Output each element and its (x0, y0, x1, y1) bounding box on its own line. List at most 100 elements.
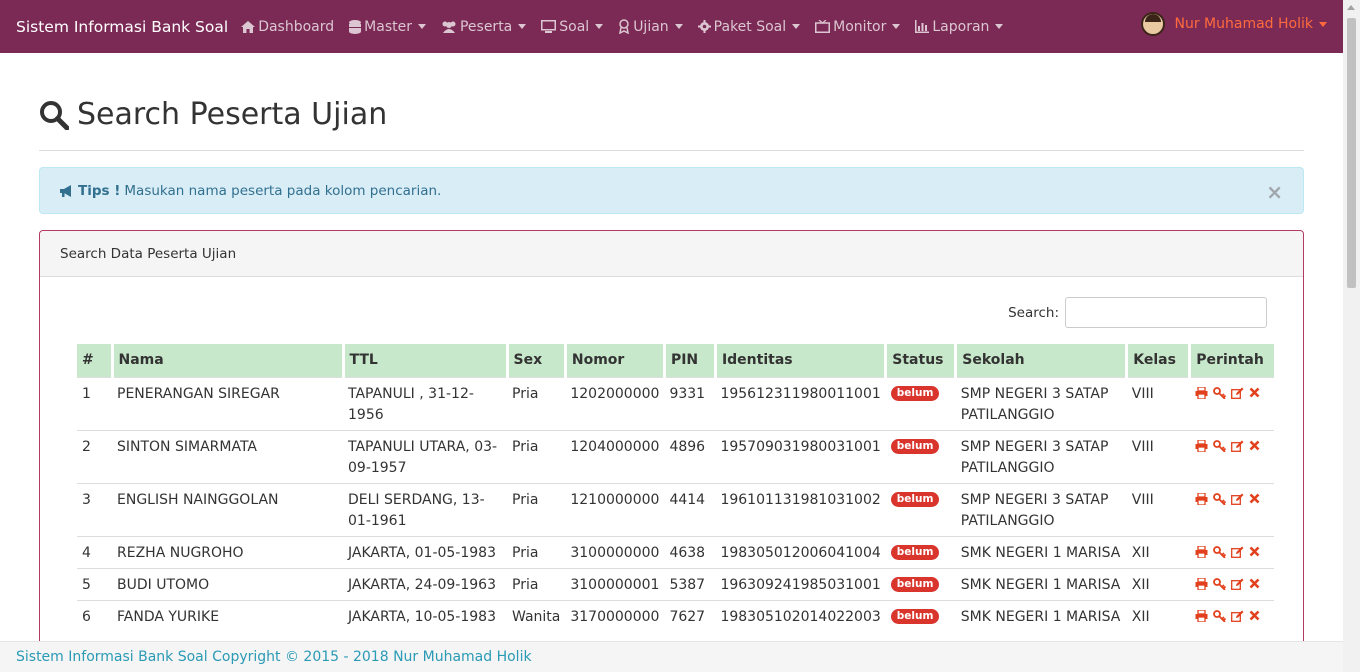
print-icon[interactable] (1195, 545, 1208, 558)
search-label: Search: (1008, 304, 1059, 321)
cell-nomor: 1210000000 (565, 482, 665, 536)
cell-nomor: 3100000000 (565, 535, 665, 568)
nav-laporan-label: Laporan (932, 18, 990, 35)
database-icon (349, 19, 362, 34)
key-icon[interactable] (1212, 439, 1226, 452)
nav-monitor[interactable]: Monitor (815, 18, 901, 35)
status-badge: belum (890, 439, 940, 454)
cell-nama: PENERANGAN SIREGAR (112, 376, 343, 430)
delete-icon[interactable] (1249, 440, 1260, 451)
page-title: Search Peserta Ujian (77, 97, 388, 132)
table-row: 6 FANDA YURIKE JAKARTA, 10-05-1983 Wanit… (77, 599, 1274, 632)
cell-nama: FANDA YURIKE (112, 599, 343, 632)
nav-ujian[interactable]: Ujian (618, 19, 683, 35)
cell-actions (1189, 482, 1274, 536)
cell-status: belum (885, 599, 956, 632)
nav-dashboard[interactable]: Dashboard (241, 19, 334, 35)
cell-pin: 4896 (664, 429, 716, 483)
col-header-perintah[interactable]: Perintah (1189, 344, 1274, 377)
cell-sekolah: SMK NEGERI 1 MARISA (955, 535, 1127, 568)
delete-icon[interactable] (1249, 578, 1260, 589)
table-row: 2 SINTON SIMARMATA TAPANULI UTARA, 03-09… (77, 429, 1274, 483)
cell-kelas: VIII (1126, 429, 1190, 483)
col-header-nomor[interactable]: Nomor (565, 344, 666, 377)
table-search: Search: (1008, 297, 1267, 328)
cell-ttl: TAPANULI , 31-12-1956 (343, 376, 507, 430)
nav-peserta[interactable]: Peserta (441, 19, 527, 35)
cell-identitas: 198305012006041004 (715, 535, 886, 568)
print-icon[interactable] (1195, 577, 1208, 590)
col-header-sex[interactable]: Sex (507, 344, 567, 377)
cell-pin: 4414 (664, 482, 716, 536)
key-icon[interactable] (1212, 609, 1226, 622)
col-header-status[interactable]: Status (885, 344, 958, 377)
key-icon[interactable] (1212, 545, 1226, 558)
delete-icon[interactable] (1249, 610, 1260, 621)
nav-paket-soal-label: Paket Soal (713, 18, 787, 35)
footer-text: Sistem Informasi Bank Soal Copyright © 2… (16, 649, 532, 665)
edit-icon[interactable] (1230, 578, 1244, 590)
edit-icon[interactable] (1230, 610, 1244, 622)
gear-icon (697, 20, 711, 33)
cell-identitas: 195709031980031001 (715, 429, 886, 483)
nav-soal[interactable]: Soal (541, 19, 604, 35)
cell-sekolah: SMK NEGERI 1 MARISA (955, 599, 1127, 632)
close-icon[interactable]: × (1266, 180, 1283, 204)
col-header-pin[interactable]: PIN (664, 344, 717, 377)
cell-nomor: 3170000000 (565, 599, 665, 632)
col-header-nama[interactable]: Nama (112, 344, 345, 377)
edit-icon[interactable] (1230, 493, 1244, 505)
cell-sex: Pria (507, 429, 566, 483)
edit-icon[interactable] (1230, 387, 1244, 399)
scroll-up-icon[interactable] (1347, 5, 1355, 10)
cell-identitas: 196101131981031002 (715, 482, 886, 536)
col-header-ttl[interactable]: TTL (343, 344, 509, 377)
user-name: Nur Muhamad Holik (1174, 16, 1314, 32)
cell-actions (1189, 567, 1274, 600)
table-row: 4 REZHA NUGROHO JAKARTA, 01-05-1983 Pria… (77, 535, 1274, 568)
col-header-no[interactable]: # (77, 344, 114, 377)
page-scrollbar[interactable] (1343, 0, 1360, 672)
delete-icon[interactable] (1249, 546, 1260, 557)
edit-icon[interactable] (1230, 440, 1244, 452)
title-divider (39, 150, 1304, 151)
key-icon[interactable] (1212, 386, 1226, 399)
cell-sekolah: SMP NEGERI 3 SATAP PATILANGGIO (955, 429, 1127, 483)
nav-paket-soal[interactable]: Paket Soal (697, 18, 801, 35)
nav-monitor-label: Monitor (833, 18, 887, 35)
edit-icon[interactable] (1230, 546, 1244, 558)
top-navbar: Sistem Informasi Bank Soal Dashboard Mas… (0, 0, 1343, 53)
bar-chart-icon (915, 20, 930, 33)
scrollbar-thumb[interactable] (1347, 18, 1356, 288)
status-badge: belum (890, 492, 940, 507)
col-header-sekolah[interactable]: Sekolah (955, 344, 1129, 377)
cell-kelas: VIII (1126, 376, 1190, 430)
cell-ttl: JAKARTA, 10-05-1983 (343, 599, 507, 632)
key-icon[interactable] (1212, 492, 1226, 505)
delete-icon[interactable] (1249, 387, 1260, 398)
print-icon[interactable] (1195, 609, 1208, 622)
print-icon[interactable] (1195, 386, 1208, 399)
cell-ttl: TAPANULI UTARA, 03-09-1957 (343, 429, 507, 483)
search-input[interactable] (1065, 297, 1267, 328)
key-icon[interactable] (1212, 577, 1226, 590)
print-icon[interactable] (1195, 439, 1208, 452)
nav-master-label: Master (364, 18, 412, 35)
cell-pin: 7627 (664, 599, 716, 632)
nav-master[interactable]: Master (349, 19, 426, 35)
user-menu[interactable]: Nur Muhamad Holik (1140, 12, 1327, 36)
col-header-identitas[interactable]: Identitas (715, 344, 888, 377)
brand-title[interactable]: Sistem Informasi Bank Soal (16, 18, 228, 36)
status-badge: belum (890, 577, 940, 592)
avatar (1140, 12, 1165, 36)
table-row: 3 ENGLISH NAINGGOLAN DELI SERDANG, 13-01… (77, 482, 1274, 536)
cell-identitas: 195612311980011001 (715, 376, 886, 430)
cell-status: belum (885, 567, 956, 600)
col-header-kelas[interactable]: Kelas (1126, 344, 1192, 377)
cell-status: belum (885, 535, 956, 568)
print-icon[interactable] (1195, 492, 1208, 505)
cell-nomor: 3100000001 (565, 567, 665, 600)
users-icon (442, 21, 456, 33)
nav-laporan[interactable]: Laporan (915, 18, 1004, 35)
delete-icon[interactable] (1249, 493, 1260, 504)
